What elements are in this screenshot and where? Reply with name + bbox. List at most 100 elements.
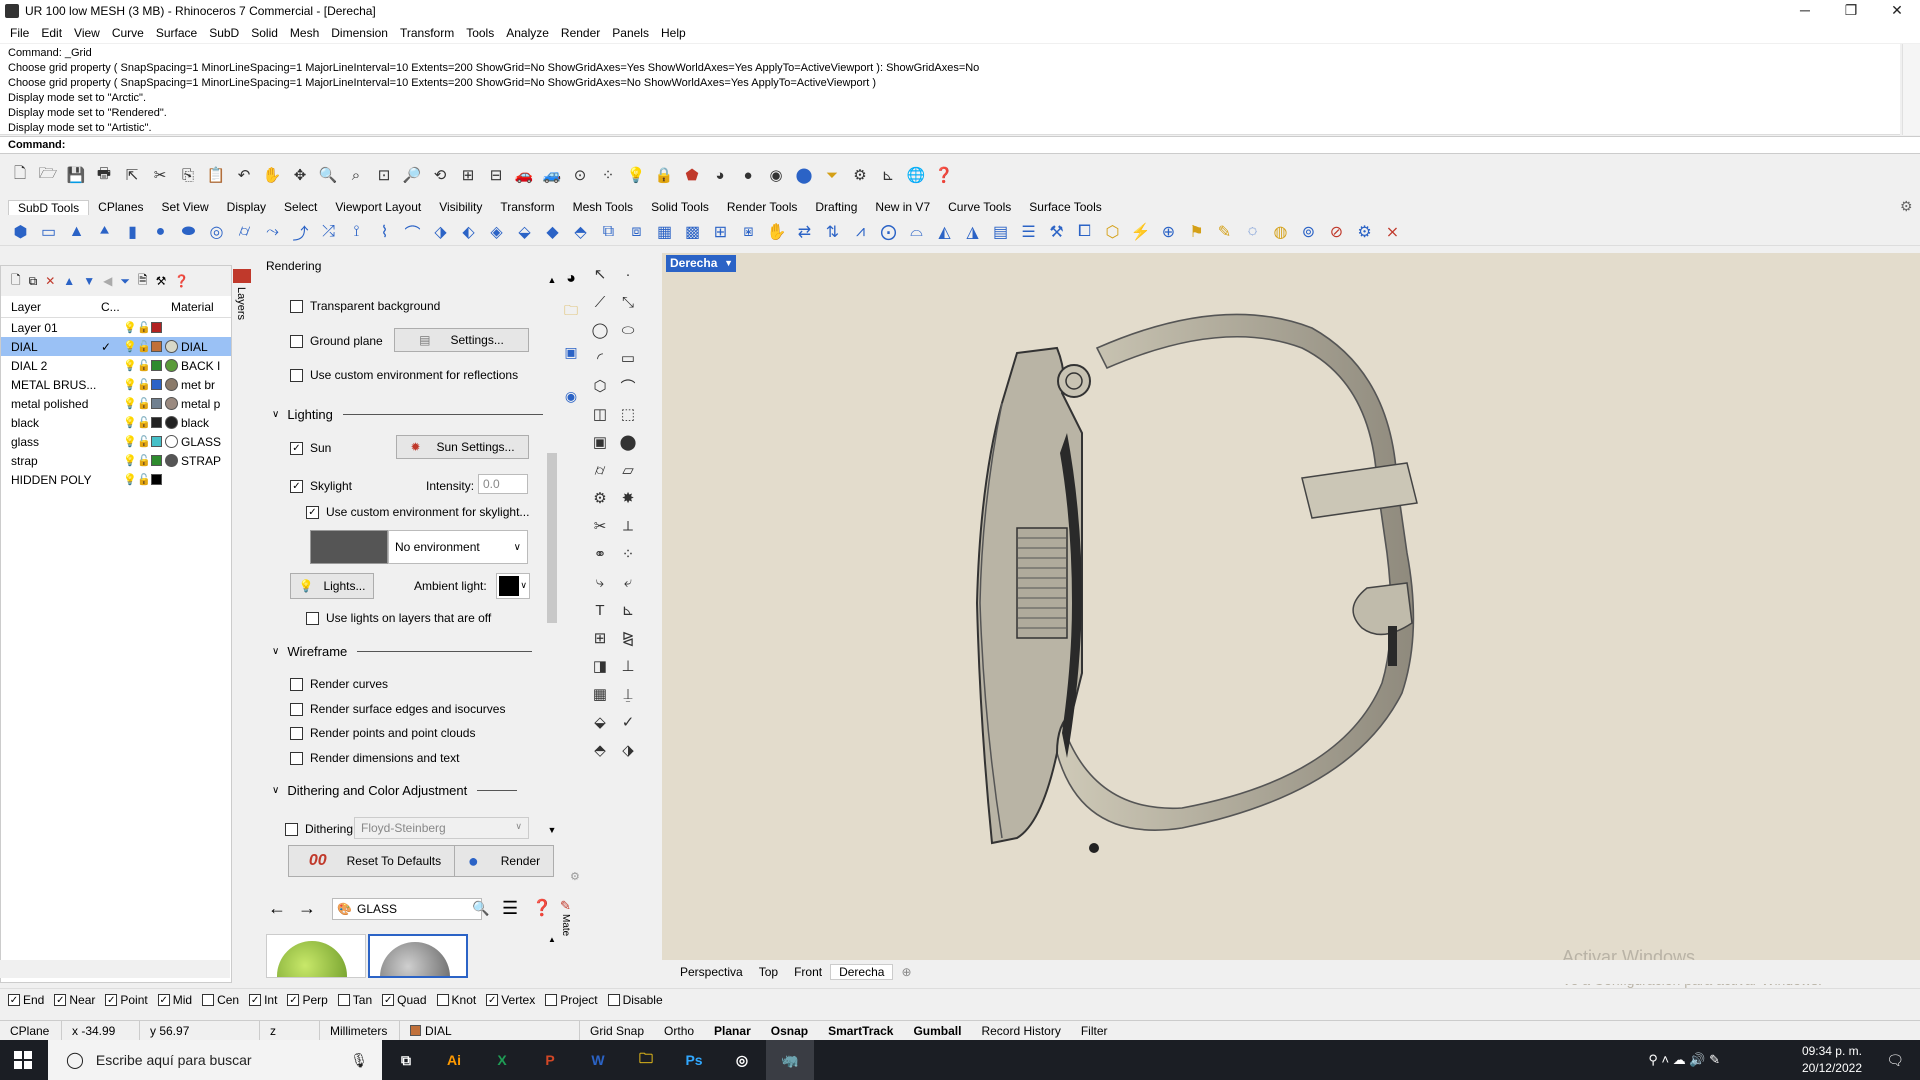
subd-extrude-icon[interactable]: ⬙	[512, 220, 537, 244]
measure-icon[interactable]: ⊥	[616, 654, 640, 678]
maximize-button[interactable]: ❐	[1828, 0, 1874, 22]
layer-material[interactable]: metal p	[181, 397, 231, 411]
subd-unweld-icon[interactable]: ⧈	[624, 220, 649, 244]
forward-arrow-icon[interactable]: →	[298, 898, 316, 919]
osnap-checkbox[interactable]	[436, 993, 449, 1006]
powerpoint-icon[interactable]: P	[526, 1040, 574, 1080]
chrome-icon[interactable]: ◎	[718, 1040, 766, 1080]
new-file-icon[interactable]: 🗋	[8, 163, 32, 187]
layer-color-swatch[interactable]	[151, 322, 162, 333]
word-icon[interactable]: W	[574, 1040, 622, 1080]
surface-icon[interactable]: ◫	[588, 402, 612, 426]
lock-icon[interactable]: 🔒	[652, 163, 676, 187]
layers-scrollbar[interactable]	[0, 960, 230, 978]
layer-tool-icon[interactable]: ⬗	[616, 738, 640, 762]
join-icon[interactable]: ⚭	[588, 542, 612, 566]
task-view-icon[interactable]: ⧉	[382, 1040, 430, 1080]
system-tray-icons[interactable]: ⚲ ˄ ☁ 🔊 ✎	[1648, 1052, 1720, 1068]
materials-side-tab[interactable]: ✎ Mate	[560, 898, 580, 978]
osnap-checkbox[interactable]: ✓	[287, 993, 300, 1006]
lock-icon[interactable]: 🔓	[137, 340, 151, 353]
subd-flip-icon[interactable]: ⊕	[1156, 220, 1181, 244]
dithering-checkbox[interactable]	[285, 822, 298, 836]
rectangle-icon[interactable]: ▭	[616, 346, 640, 370]
light-bulb-icon[interactable]: 💡	[624, 163, 648, 187]
layer-row[interactable]: DIAL 2 💡 🔓 BACK I	[1, 356, 231, 375]
osnap-project[interactable]: Project	[545, 993, 598, 1007]
rhino-taskbar-icon[interactable]: 🦏	[766, 1040, 814, 1080]
close-button[interactable]: ✕	[1874, 0, 1920, 22]
render-dims-checkbox[interactable]	[290, 751, 303, 765]
subd-display-icon[interactable]: ◭	[932, 220, 957, 244]
subd-subdivide-icon[interactable]: ▩	[680, 220, 705, 244]
move-up-icon[interactable]: ▲	[63, 274, 75, 288]
layer-color-swatch[interactable]	[151, 436, 162, 447]
layer-row[interactable]: metal polished 💡 🔓 metal p	[1, 394, 231, 413]
ortho-toggle[interactable]: Ortho	[654, 1021, 704, 1041]
light-bulb-icon[interactable]: 💡	[123, 473, 137, 486]
menu-mesh[interactable]: Mesh	[284, 26, 325, 40]
planar-toggle[interactable]: Planar	[704, 1021, 761, 1041]
transparent-background-option[interactable]: Transparent background	[290, 299, 440, 313]
layer-doc-icon[interactable]: 🗎	[138, 271, 148, 292]
lights-off-layers-option[interactable]: Use lights on layers that are off	[306, 611, 491, 625]
array-icon[interactable]: ⊞	[588, 626, 612, 650]
select-arrow-icon[interactable]: ↖	[588, 262, 612, 286]
light-bulb-icon[interactable]: 💡	[123, 435, 137, 448]
layer-row[interactable]: glass 💡 🔓 GLASS	[1, 432, 231, 451]
gear-icon[interactable]: ⚙	[588, 486, 612, 510]
subd-stretch-icon[interactable]: ⤳	[260, 220, 285, 244]
osnap-checkbox[interactable]: ✓	[54, 993, 67, 1006]
osnap-checkbox[interactable]	[607, 993, 620, 1006]
subd-tools-icon[interactable]: ⚙	[1352, 220, 1377, 244]
snapshot-icon[interactable]: ⊙	[568, 163, 592, 187]
layer-name[interactable]: black	[1, 416, 101, 430]
undo-icon[interactable]: ↶	[232, 163, 256, 187]
viewport-derecha[interactable]	[662, 253, 1920, 960]
header-current[interactable]: C...	[101, 300, 171, 314]
osnap-checkbox[interactable]: ✓	[486, 993, 499, 1006]
subd-tube-icon[interactable]: ⌭	[232, 220, 257, 244]
monitor-icon[interactable]: ▣	[560, 344, 582, 388]
osnap-point[interactable]: ✓ Point	[105, 993, 148, 1007]
lock-icon[interactable]: 🔓	[137, 378, 151, 391]
menu-edit[interactable]: Edit	[35, 26, 68, 40]
skylight-option[interactable]: ✓ Skylight	[290, 479, 352, 493]
tab-cplanes[interactable]: CPlanes	[89, 200, 152, 214]
layer-material[interactable]: met br	[181, 378, 231, 392]
subd-box-icon[interactable]: ▭	[36, 220, 61, 244]
car-icon[interactable]: 🚗	[512, 163, 536, 187]
tab-new-in-v7[interactable]: New in V7	[866, 200, 939, 214]
skylight-checkbox[interactable]: ✓	[290, 479, 303, 493]
subd-cylinder-icon[interactable]: ▮	[120, 220, 145, 244]
dimension-icon[interactable]: ⊾	[876, 163, 900, 187]
osnap-checkbox[interactable]: ✓	[105, 993, 118, 1006]
osnap-vertex[interactable]: ✓ Vertex	[486, 993, 535, 1007]
text-icon[interactable]: T	[588, 598, 612, 622]
paste-icon[interactable]: 📋	[204, 163, 228, 187]
osnap-mid[interactable]: ✓ Mid	[157, 993, 192, 1007]
back-arrow-icon[interactable]: ←	[268, 898, 286, 919]
sun-checkbox[interactable]: ✓	[290, 441, 303, 455]
record-history-toggle[interactable]: Record History	[971, 1021, 1070, 1041]
windows-start-icon[interactable]	[14, 1051, 32, 1069]
layers-tab-icon[interactable]	[233, 269, 251, 283]
tab-perspectiva[interactable]: Perspectiva	[672, 965, 751, 979]
layer-row[interactable]: METAL BRUS... 💡 🔓 met br	[1, 375, 231, 394]
move-down-icon[interactable]: ▼	[83, 274, 95, 288]
zoom-selected-icon[interactable]: 🔎	[400, 163, 424, 187]
osnap-checkbox[interactable]	[202, 993, 215, 1006]
subd-sphere-select-icon[interactable]: ◌	[1240, 220, 1265, 244]
subd-gold-sphere-icon[interactable]: ◍	[1268, 220, 1293, 244]
subd-torus-icon[interactable]: ◎	[204, 220, 229, 244]
lock-icon[interactable]: 🔓	[137, 416, 151, 429]
layer-material[interactable]: BACK I	[181, 359, 231, 373]
help-icon[interactable]: ❓	[532, 898, 552, 918]
check-icon[interactable]: ✓	[616, 710, 640, 734]
group-icon[interactable]: ⬘	[588, 738, 612, 762]
block-icon[interactable]: ◨	[588, 654, 612, 678]
point-icon[interactable]: ·	[616, 262, 640, 286]
minimize-button[interactable]: ─	[1782, 0, 1828, 22]
tab-viewport-layout[interactable]: Viewport Layout	[326, 200, 430, 214]
control-curve-icon[interactable]: ⤡	[616, 290, 640, 314]
